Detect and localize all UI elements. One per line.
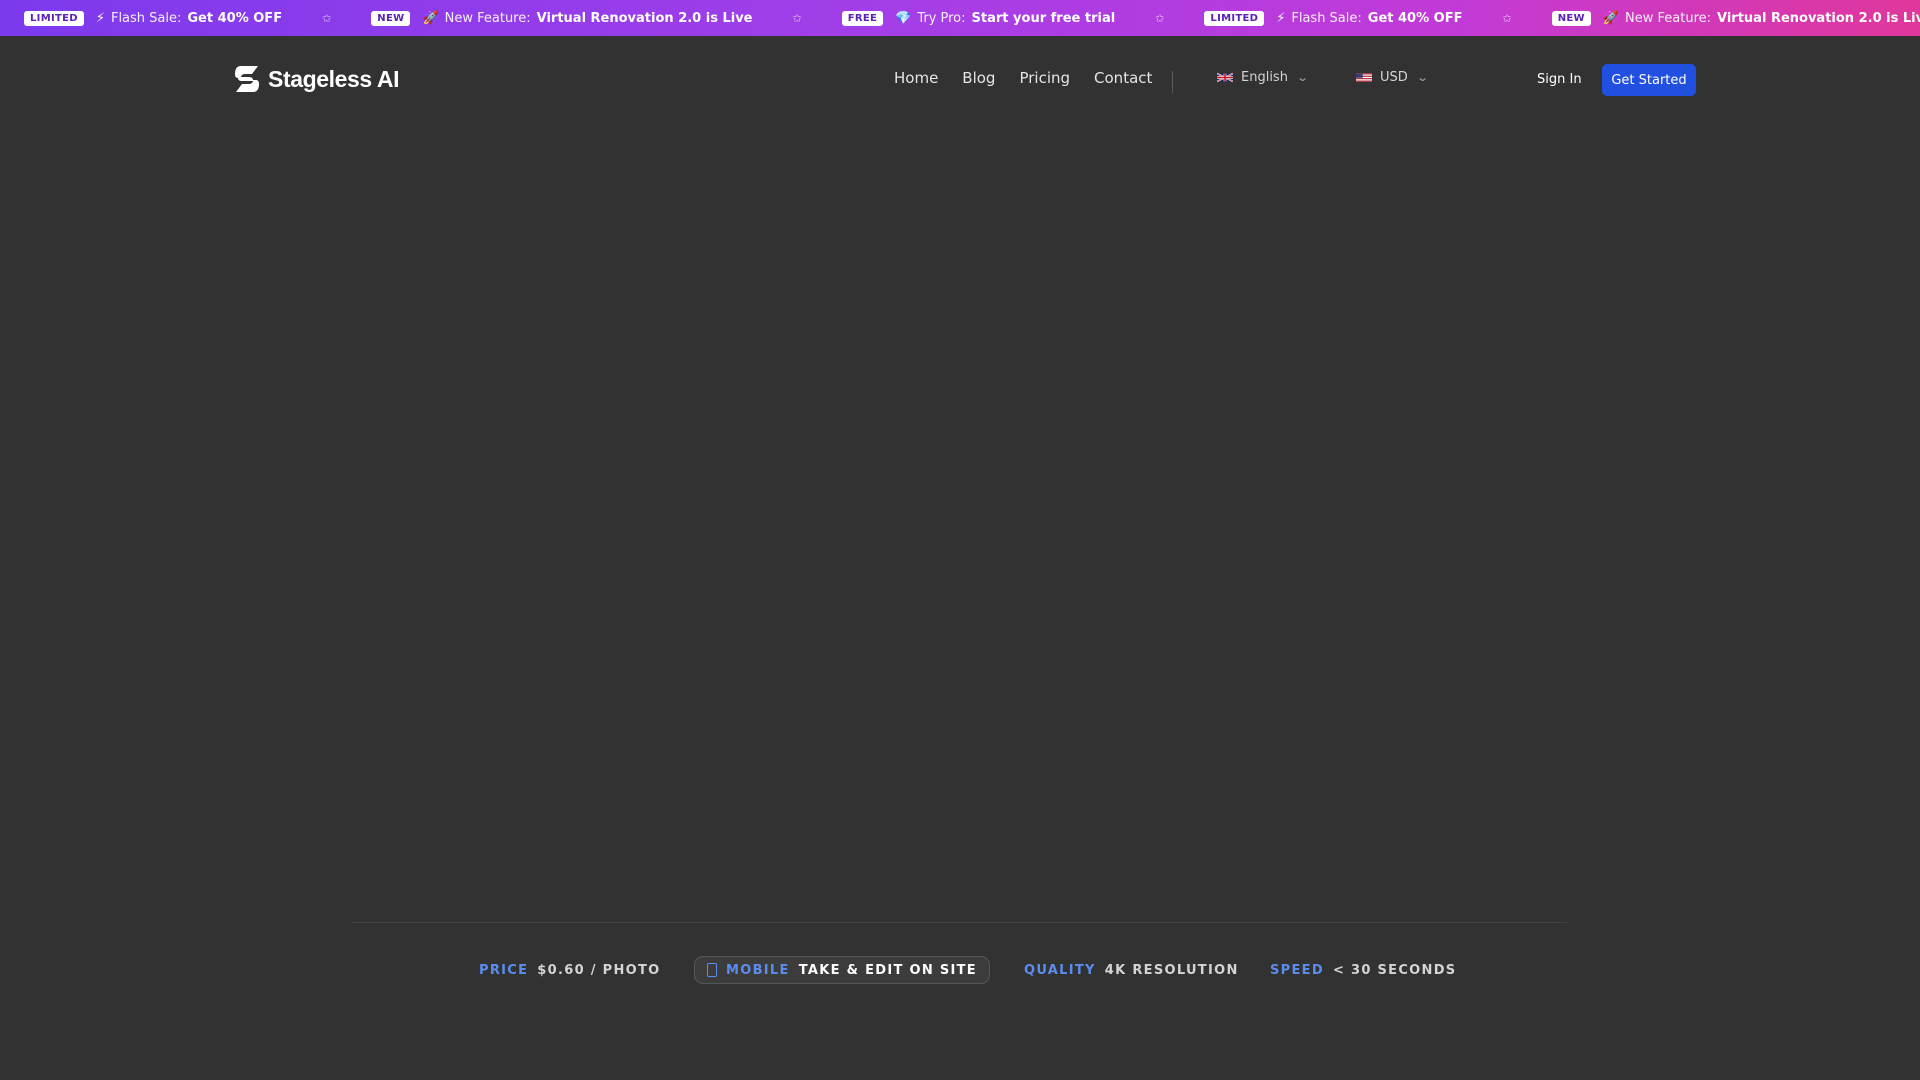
feature-stats: PRICE $0.60 / PHOTO MOBILE TAKE & EDIT O… <box>0 956 1920 984</box>
promo-prefix: Flash Sale: <box>110 10 182 26</box>
language-select[interactable]: English ⌄ <box>1217 70 1310 85</box>
stat-quality: QUALITY 4K RESOLUTION <box>1024 956 1239 984</box>
stat-value: < 30 SECONDS <box>1332 962 1457 978</box>
promo-tag: NEW <box>1551 10 1591 26</box>
stat-key: PRICE <box>479 962 529 978</box>
promo-tag: NEW <box>371 10 411 26</box>
star-icon: ✩ <box>1155 11 1165 25</box>
promo-prefix: Flash Sale: <box>1291 10 1362 26</box>
lightning-icon: ⚡ <box>1276 10 1286 26</box>
stat-mobile[interactable]: MOBILE TAKE & EDIT ON SITE <box>694 956 990 984</box>
promo-item[interactable]: NEW 🚀 New Feature: Virtual Renovation 2.… <box>1551 10 1920 26</box>
uk-flag-icon <box>1217 72 1233 83</box>
promo-tag: LIMITED <box>24 10 84 26</box>
announcement-banner: LIMITED ⚡ Flash Sale: Get 40% OFF ✩ NEW … <box>0 0 1920 36</box>
stat-key: SPEED <box>1270 962 1324 978</box>
rocket-icon: 🚀 <box>422 10 439 26</box>
lightning-icon: ⚡ <box>95 10 105 26</box>
stat-price: PRICE $0.60 / PHOTO <box>479 956 661 984</box>
chevron-down-icon: ⌄ <box>1415 71 1429 84</box>
promo-prefix: Try Pro: <box>917 10 966 26</box>
brand-logo[interactable]: Stageless AI <box>232 64 400 94</box>
brand-name: Stageless AI <box>268 65 400 92</box>
promo-item[interactable]: LIMITED ⚡ Flash Sale: Get 40% OFF ✩ <box>1204 10 1512 26</box>
promo-tag: FREE <box>841 10 884 26</box>
navbar: Stageless AI Home Blog Pricing Contact E… <box>0 36 1920 122</box>
stat-key: QUALITY <box>1024 962 1096 978</box>
nav-link-home[interactable]: Home <box>894 69 938 87</box>
nav-divider <box>1172 71 1173 93</box>
nav-link-blog[interactable]: Blog <box>962 69 995 87</box>
nav-link-pricing[interactable]: Pricing <box>1019 69 1070 87</box>
section-divider <box>352 922 1567 923</box>
promo-prefix: New Feature: <box>1625 10 1712 26</box>
chevron-down-icon: ⌄ <box>1296 71 1310 84</box>
star-icon: ✩ <box>792 11 802 25</box>
promo-tag: LIMITED <box>1204 10 1265 26</box>
gem-icon: 💎 <box>895 10 912 26</box>
promo-text: Get 40% OFF <box>1367 10 1463 26</box>
promo-text: Start your free trial <box>971 10 1116 26</box>
promo-text: Virtual Renovation 2.0 is Live <box>536 10 753 26</box>
promo-item[interactable]: NEW 🚀 New Feature: Virtual Renovation 2.… <box>371 10 802 26</box>
promo-text: Virtual Renovation 2.0 is Live <box>1717 10 1920 26</box>
promo-item[interactable]: LIMITED ⚡ Flash Sale: Get 40% OFF ✩ <box>24 10 332 26</box>
stat-value: $0.60 / PHOTO <box>537 962 661 978</box>
currency-select[interactable]: USD ⌄ <box>1356 70 1429 85</box>
stat-key: MOBILE <box>726 962 790 978</box>
nav-link-contact[interactable]: Contact <box>1094 69 1152 87</box>
stageless-logo-icon <box>235 66 259 92</box>
language-label: English <box>1241 70 1288 85</box>
banner-track: LIMITED ⚡ Flash Sale: Get 40% OFF ✩ NEW … <box>24 0 1920 36</box>
currency-label: USD <box>1380 70 1408 85</box>
promo-text: Get 40% OFF <box>187 10 283 26</box>
us-flag-icon <box>1356 73 1372 82</box>
stat-speed: SPEED < 30 SECONDS <box>1270 956 1456 984</box>
star-icon: ✩ <box>322 11 332 25</box>
rocket-icon: 🚀 <box>1602 10 1620 26</box>
promo-item[interactable]: FREE 💎 Try Pro: Start your free trial ✩ <box>841 10 1165 26</box>
stat-value: 4K RESOLUTION <box>1104 962 1239 978</box>
get-started-button[interactable]: Get Started <box>1602 64 1696 96</box>
nav-links: Home Blog Pricing Contact <box>894 69 1176 87</box>
stat-value: TAKE & EDIT ON SITE <box>798 962 977 978</box>
star-icon: ✩ <box>1502 11 1512 25</box>
mobile-phone-icon <box>707 963 717 977</box>
promo-prefix: New Feature: <box>444 10 531 26</box>
sign-in-link[interactable]: Sign In <box>1537 72 1582 87</box>
